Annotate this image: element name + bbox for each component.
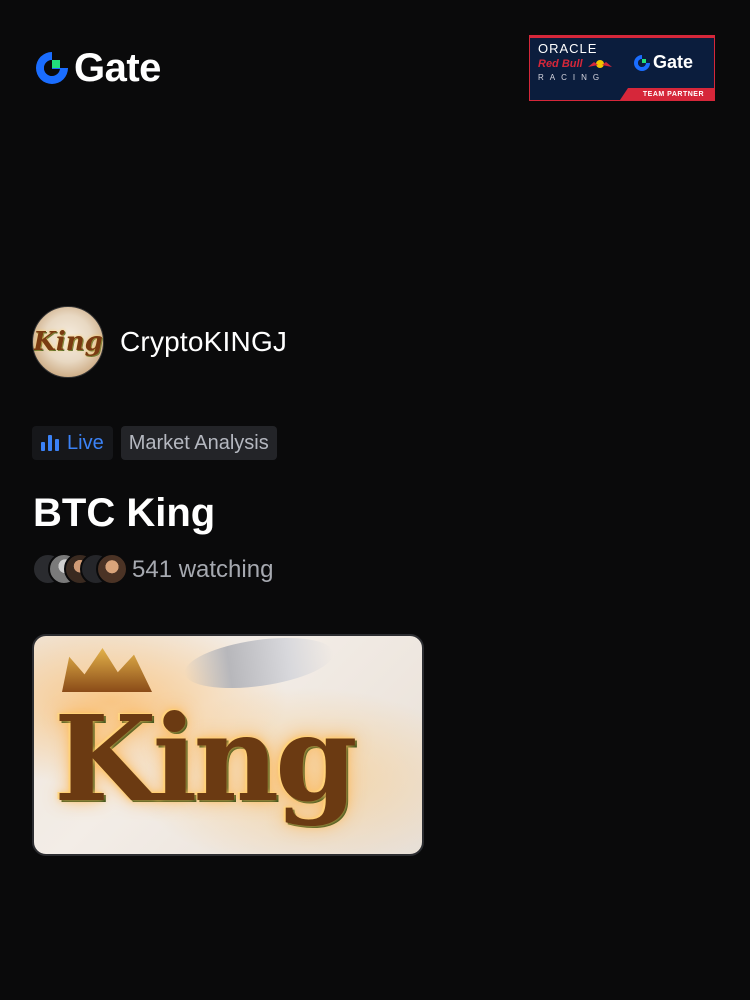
gate-logo-icon	[36, 52, 68, 84]
redbull-wordmark: Red Bull	[538, 58, 583, 70]
redbull-bulls-icon	[587, 60, 612, 68]
viewer-avatar	[96, 553, 128, 585]
team-partner-label: TEAM PARTNER	[642, 91, 704, 98]
brand-name: Gate	[74, 46, 161, 90]
header: Gate ORACLE Red Bull RACING Gate TEAM PA…	[0, 0, 750, 140]
stream-thumbnail[interactable]: King	[32, 634, 424, 856]
badge-gate-block: Gate	[633, 52, 693, 73]
avatar-king-art: King	[33, 327, 103, 357]
category-tag[interactable]: Market Analysis	[120, 426, 277, 460]
viewer-summary: 541 watching	[32, 553, 273, 587]
stream-title: BTC King	[33, 491, 216, 535]
watching-count: 541 watching	[132, 556, 274, 583]
live-badge: Live	[32, 426, 113, 460]
badge-gate-wordmark: Gate	[653, 52, 694, 72]
viewer-avatars	[32, 553, 128, 587]
gate-logo[interactable]: Gate	[34, 48, 161, 88]
team-partner-badge[interactable]: ORACLE Red Bull RACING Gate TEAM PARTNER	[529, 35, 715, 101]
thumbnail-king-art: King	[54, 689, 358, 828]
live-bars-icon	[41, 435, 59, 451]
stream-tags: Live Market Analysis	[32, 426, 277, 460]
oracle-redbull-block: ORACLE Red Bull RACING	[538, 42, 626, 82]
redbull-row: Red Bull	[538, 58, 626, 70]
streamer-avatar[interactable]: King	[32, 306, 104, 378]
gate-logo-icon	[634, 54, 650, 71]
racing-wordmark: RACING	[538, 73, 606, 82]
oracle-wordmark: ORACLE	[538, 41, 598, 56]
streamer-info[interactable]: King CryptoKINGJ	[32, 306, 287, 378]
live-label: Live	[67, 431, 104, 454]
streamer-name[interactable]: CryptoKINGJ	[120, 326, 287, 358]
stream-card-page: Gate ORACLE Red Bull RACING Gate TEAM PA…	[0, 0, 750, 1000]
badge-top-line	[530, 36, 714, 38]
